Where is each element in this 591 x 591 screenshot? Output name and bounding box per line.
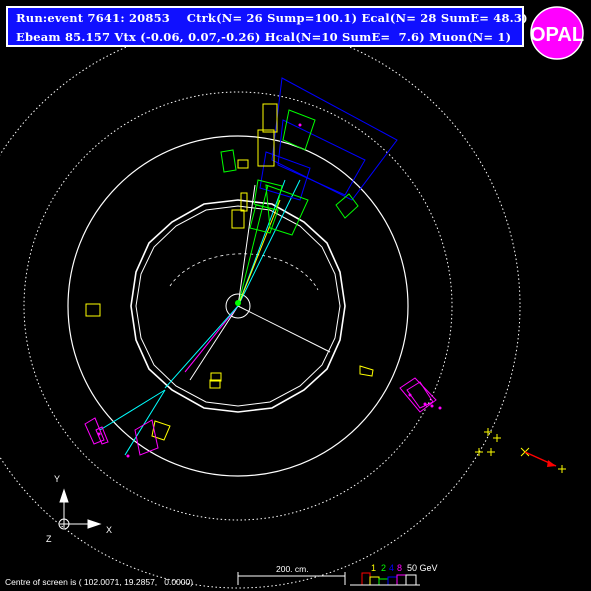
tracks xyxy=(99,179,331,456)
muon-chambers xyxy=(259,77,398,201)
centre-of-screen-text: Centre of screen is ( 102.0071, 19.2857,… xyxy=(5,577,194,587)
energy-label-2: 2 xyxy=(381,563,387,573)
energy-label-8: 8 xyxy=(397,563,403,573)
magenta-blocks xyxy=(84,377,437,456)
axis-label-x: X xyxy=(106,525,113,535)
muon-arrow-head xyxy=(547,460,556,467)
energy-unit-label: 50 GeV xyxy=(407,563,438,573)
energy-label-1: 1 xyxy=(371,563,377,573)
energy-label-4: 4 xyxy=(389,563,395,573)
event-info-header: Run:event 7641: 20853 Ctrk(N= 26 Sump=10… xyxy=(6,6,528,47)
energy-scale xyxy=(350,572,420,586)
event-display xyxy=(0,23,566,589)
vertex-marker xyxy=(235,300,241,306)
muon-hit-marks xyxy=(97,123,442,458)
ecal-blocks xyxy=(85,103,374,441)
axis-label-y: Y xyxy=(54,474,61,484)
header-line-2: Ebeam 85.157 Vtx (-0.06, 0.07,-0.26) Hca… xyxy=(16,30,512,44)
opal-logo: OPAL xyxy=(530,6,584,60)
detector-outline-rings xyxy=(0,23,521,589)
dashed-arc xyxy=(169,253,319,291)
logo-text: OPAL xyxy=(530,24,584,46)
axis-label-z: Z xyxy=(46,534,52,544)
axis-indicator xyxy=(58,488,102,530)
header-line-1: Run:event 7641: 20853 Ctrk(N= 26 Sump=10… xyxy=(16,11,528,25)
hcal-blocks xyxy=(220,109,359,236)
scale-label: 200. cm. xyxy=(276,564,309,574)
